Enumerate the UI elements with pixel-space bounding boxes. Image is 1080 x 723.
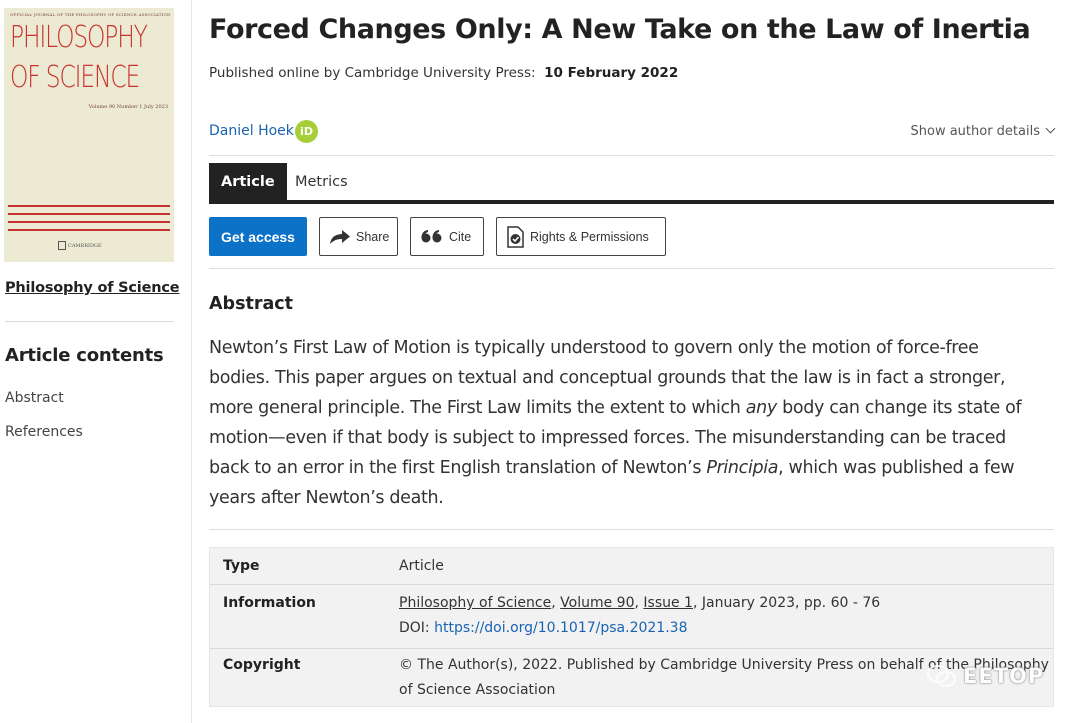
published-prefix: Published online by Cambridge University… — [209, 65, 536, 81]
volume-link[interactable]: Volume 90 — [560, 595, 634, 611]
copyright-line: of Science Association — [399, 682, 556, 698]
journal-link[interactable]: Philosophy of Science — [399, 595, 551, 611]
quote-icon — [421, 229, 443, 244]
sidebar-divider — [5, 321, 174, 322]
cambridge-crest-icon — [58, 241, 66, 250]
show-author-details-toggle[interactable]: Show author details — [910, 123, 1056, 139]
info-value: Philosophy of Science, Volume 90, Issue … — [399, 595, 881, 611]
get-access-button[interactable]: Get access — [209, 217, 307, 256]
issue-link[interactable]: Issue 1 — [643, 595, 693, 611]
share-arrow-icon — [330, 229, 350, 244]
info-row-type: Type Article — [210, 548, 1053, 584]
cover-top-text: OFFICIAL JOURNAL OF THE PHILOSOPHY OF SC… — [10, 12, 171, 17]
wechat-icon — [927, 665, 956, 687]
cover-stripe — [8, 221, 170, 223]
doi-link[interactable]: https://doi.org/10.1017/psa.2021.38 — [434, 620, 687, 636]
tab-article[interactable]: Article — [209, 163, 287, 201]
cover-stripe — [8, 213, 170, 215]
doi-line: DOI: https://doi.org/10.1017/psa.2021.38 — [399, 620, 688, 636]
watermark-text: EETOP — [963, 664, 1045, 688]
published-line: Published online by Cambridge University… — [209, 65, 678, 81]
chevron-down-icon — [1045, 123, 1056, 134]
emphasis-principia: Principia — [706, 458, 779, 478]
divider — [209, 268, 1054, 269]
contents-item-abstract[interactable]: Abstract — [5, 390, 64, 406]
journal-link[interactable]: Philosophy of Science — [5, 280, 180, 296]
author-link[interactable]: Daniel Hoek — [209, 123, 294, 139]
permissions-document-icon — [507, 225, 524, 248]
published-date: 10 February 2022 — [544, 65, 679, 81]
rights-permissions-button[interactable]: Rights & Permissions — [496, 217, 666, 256]
cover-stripe — [8, 229, 170, 231]
cover-volume-line: Volume 90 Number 1 July 2023 — [88, 104, 168, 110]
sidebar: OFFICIAL JOURNAL OF THE PHILOSOPHY OF SC… — [0, 0, 192, 723]
author-details-label: Show author details — [910, 124, 1041, 139]
share-label: Share — [356, 229, 390, 244]
info-key: Information — [223, 595, 316, 611]
abstract-line: bodies. This paper argues on textual and… — [209, 368, 1006, 388]
tab-metrics[interactable]: Metrics — [283, 163, 360, 201]
abstract-line: more general principle. The First Law li… — [209, 398, 1022, 418]
abstract-line: back to an error in the first English tr… — [209, 458, 1015, 478]
contents-item-references[interactable]: References — [5, 424, 83, 440]
emphasis-any: any — [745, 398, 777, 418]
abstract-line: motion—even if that body is subject to i… — [209, 428, 1006, 448]
info-value: Article — [399, 558, 444, 574]
info-row-information: Information Philosophy of Science, Volum… — [210, 584, 1053, 648]
orcid-icon[interactable]: iD — [295, 120, 318, 143]
abstract-line: Newton’s First Law of Motion is typicall… — [209, 338, 979, 358]
watermark: EETOP — [927, 664, 1044, 688]
cite-label: Cite — [449, 229, 472, 244]
cover-title-line1: PHILOSOPHY — [10, 20, 148, 55]
divider — [209, 529, 1054, 530]
info-key: Copyright — [223, 657, 301, 673]
cover-publisher: CAMBRIDGE — [68, 243, 102, 249]
abstract-text: Newton’s First Law of Motion is typicall… — [209, 333, 1054, 513]
divider — [209, 155, 1054, 156]
abstract-line: years after Newton’s death. — [209, 488, 444, 508]
tab-underline — [209, 200, 1054, 204]
cover-stripe — [8, 205, 170, 207]
cite-button[interactable]: Cite — [410, 217, 484, 256]
rights-label: Rights & Permissions — [530, 229, 649, 244]
article-contents-heading: Article contents — [5, 345, 164, 366]
cover-title-line2: OF SCIENCE — [10, 60, 140, 95]
journal-cover-image[interactable]: OFFICIAL JOURNAL OF THE PHILOSOPHY OF SC… — [4, 8, 174, 262]
info-key: Type — [223, 558, 260, 574]
abstract-heading: Abstract — [209, 294, 294, 314]
share-button[interactable]: Share — [319, 217, 398, 256]
article-title: Forced Changes Only: A New Take on the L… — [209, 14, 1031, 45]
article-main: Forced Changes Only: A New Take on the L… — [209, 0, 1056, 723]
